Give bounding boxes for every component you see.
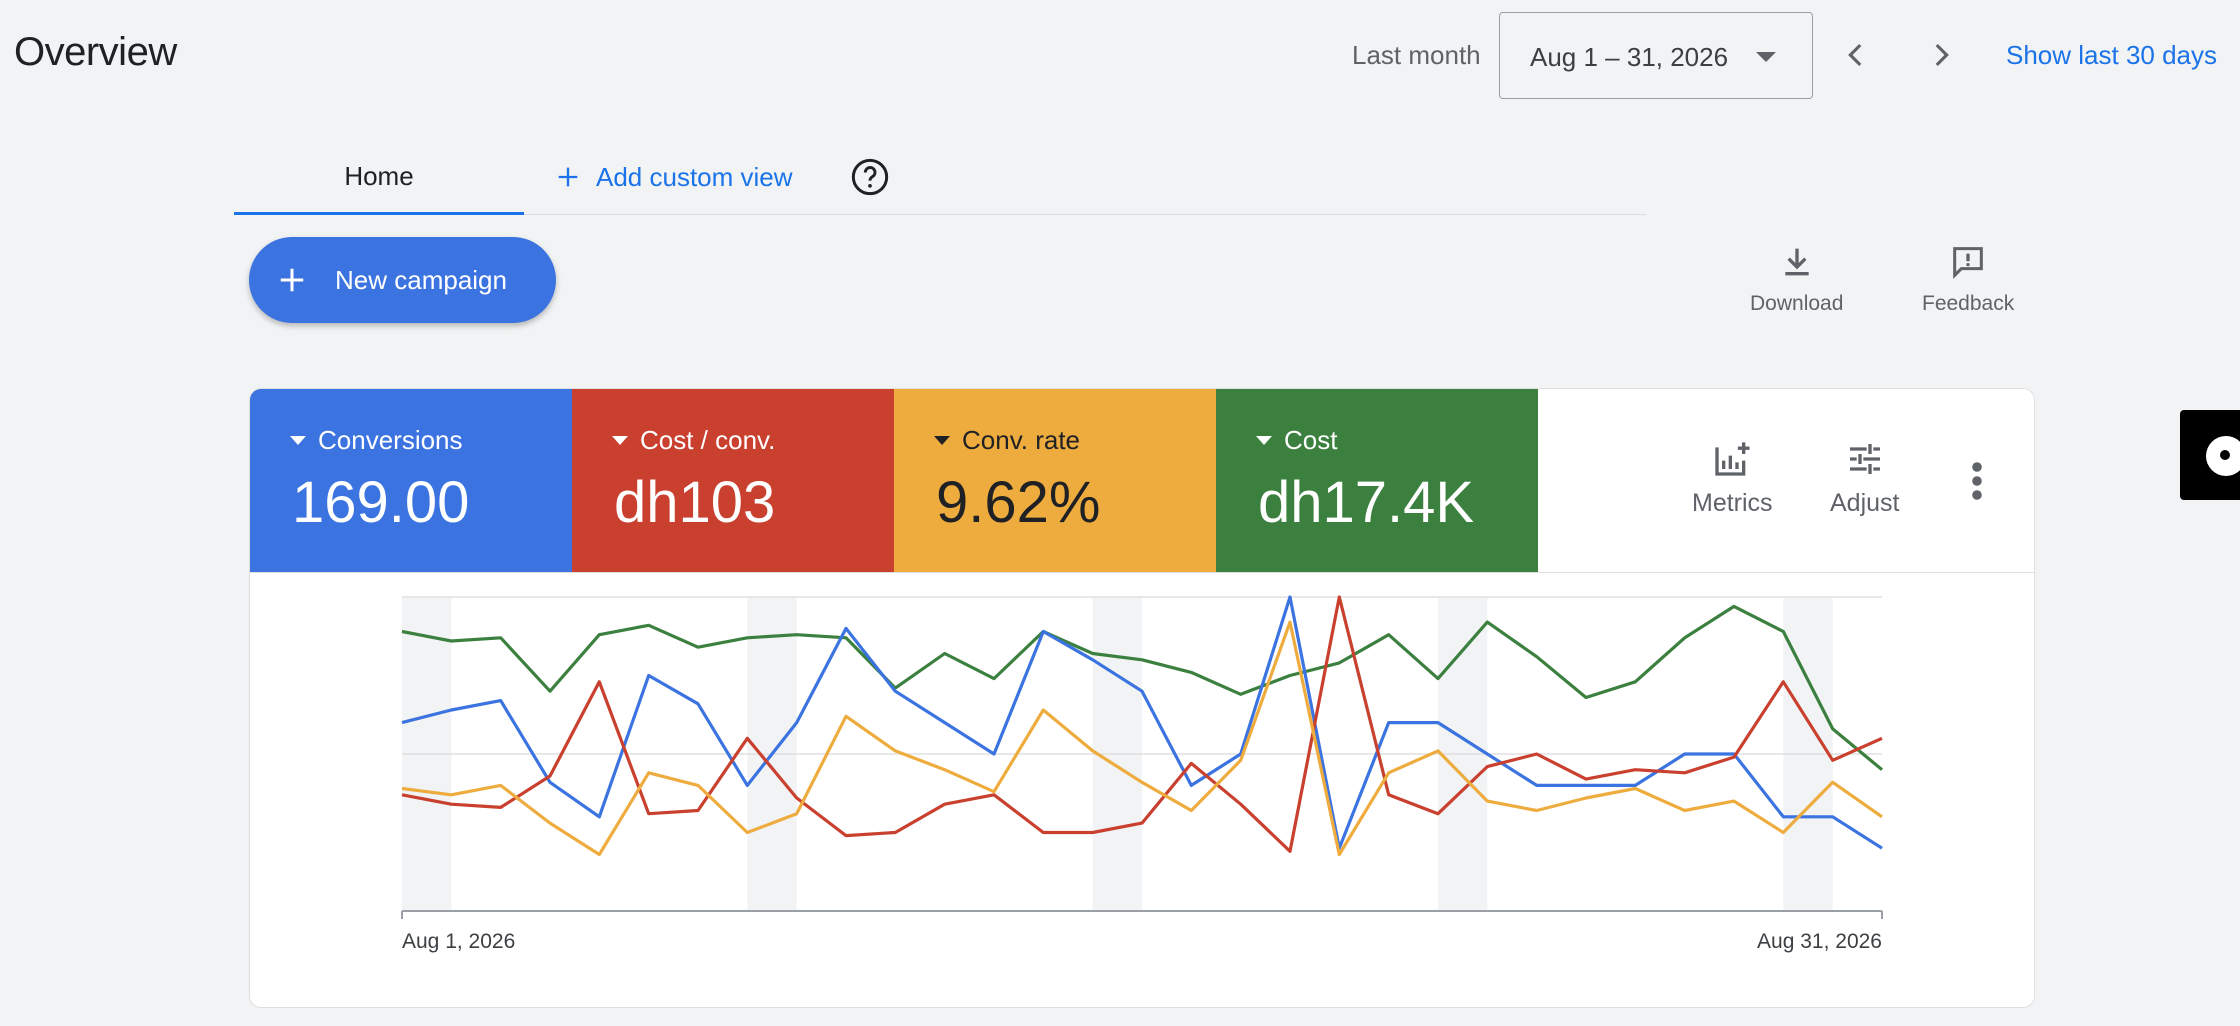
new-campaign-label: New campaign — [335, 264, 507, 295]
metric-tile-conversions[interactable]: Conversions 169.00 — [250, 389, 572, 572]
side-assistant-tab[interactable] — [2180, 410, 2240, 500]
view-tabs: Home Add custom view — [234, 140, 1646, 215]
date-range-value: Aug 1 – 31, 2026 — [1530, 42, 1729, 72]
x-axis-end-label: Aug 31, 2026 — [1757, 930, 1882, 953]
date-range-picker[interactable]: Aug 1 – 31, 2026 — [1499, 12, 1813, 99]
metric-tile-cost-per-conv[interactable]: Cost / conv. dh103 — [572, 389, 894, 572]
metrics-label: Metrics — [1692, 489, 1773, 517]
more-vert-icon[interactable] — [1970, 461, 1984, 501]
add-custom-view-button[interactable]: Add custom view — [554, 152, 793, 202]
metric-label: Cost / conv. — [612, 425, 775, 456]
metric-tile-conv-rate[interactable]: Conv. rate 9.62% — [894, 389, 1216, 572]
metric-value: 169.00 — [292, 470, 470, 535]
chevron-left-icon — [1848, 43, 1862, 67]
date-range-label: Last month — [1352, 40, 1481, 70]
feedback-icon — [1953, 247, 1983, 279]
tab-home-label: Home — [344, 160, 414, 191]
add-custom-view-label: Add custom view — [596, 161, 793, 192]
download-label: Download — [1750, 292, 1844, 315]
adjust-label: Adjust — [1830, 489, 1900, 517]
assistant-icon-eye — [2220, 450, 2230, 460]
tune-icon — [1849, 444, 1880, 474]
tab-home[interactable]: Home — [234, 140, 524, 215]
help-icon — [851, 158, 889, 196]
new-campaign-button[interactable]: New campaign — [249, 237, 556, 323]
dropdown-arrow-icon — [1256, 436, 1272, 445]
dropdown-caret-icon — [1756, 52, 1776, 62]
previous-period-button[interactable] — [1831, 30, 1881, 80]
feedback-label: Feedback — [1922, 292, 2015, 315]
metric-tile-cost[interactable]: Cost dh17.4K — [1216, 389, 1538, 572]
metric-value: 9.62% — [936, 470, 1101, 535]
metric-value: dh103 — [614, 470, 776, 535]
plus-icon — [280, 268, 304, 292]
x-axis-start-label: Aug 1, 2026 — [402, 930, 515, 953]
metric-label-text: Cost / conv. — [640, 425, 776, 455]
show-last-30-days-link[interactable]: Show last 30 days — [2006, 40, 2217, 71]
adjust-button[interactable]: Adjust — [1830, 439, 1899, 518]
download-icon — [1785, 248, 1809, 276]
help-button[interactable] — [843, 150, 897, 204]
metric-label-text: Conversions — [318, 425, 463, 455]
metric-label: Conversions — [290, 425, 463, 456]
dropdown-arrow-icon — [612, 436, 628, 445]
metric-value: dh17.4K — [1258, 470, 1475, 535]
performance-card: Conversions 169.00 Cost / conv. dh103 Co… — [249, 388, 2035, 1008]
dropdown-arrow-icon — [934, 436, 950, 445]
dropdown-arrow-icon — [290, 436, 306, 445]
performance-line-chart: Aug 1, 2026 Aug 31, 2026 — [401, 595, 1884, 953]
next-period-button[interactable] — [1916, 30, 1966, 80]
feedback-button[interactable]: Feedback — [1922, 242, 2014, 316]
metric-label: Conv. rate — [934, 425, 1080, 456]
metrics-button[interactable]: Metrics — [1692, 439, 1773, 518]
add-chart-icon — [1715, 442, 1750, 476]
metric-label-text: Conv. rate — [962, 425, 1081, 455]
metric-label: Cost — [1256, 425, 1337, 456]
page-title: Overview — [14, 30, 177, 74]
metric-label-text: Cost — [1284, 425, 1338, 455]
download-button[interactable]: Download — [1750, 242, 1843, 316]
plus-icon — [558, 167, 578, 187]
chevron-right-icon — [1935, 43, 1949, 67]
